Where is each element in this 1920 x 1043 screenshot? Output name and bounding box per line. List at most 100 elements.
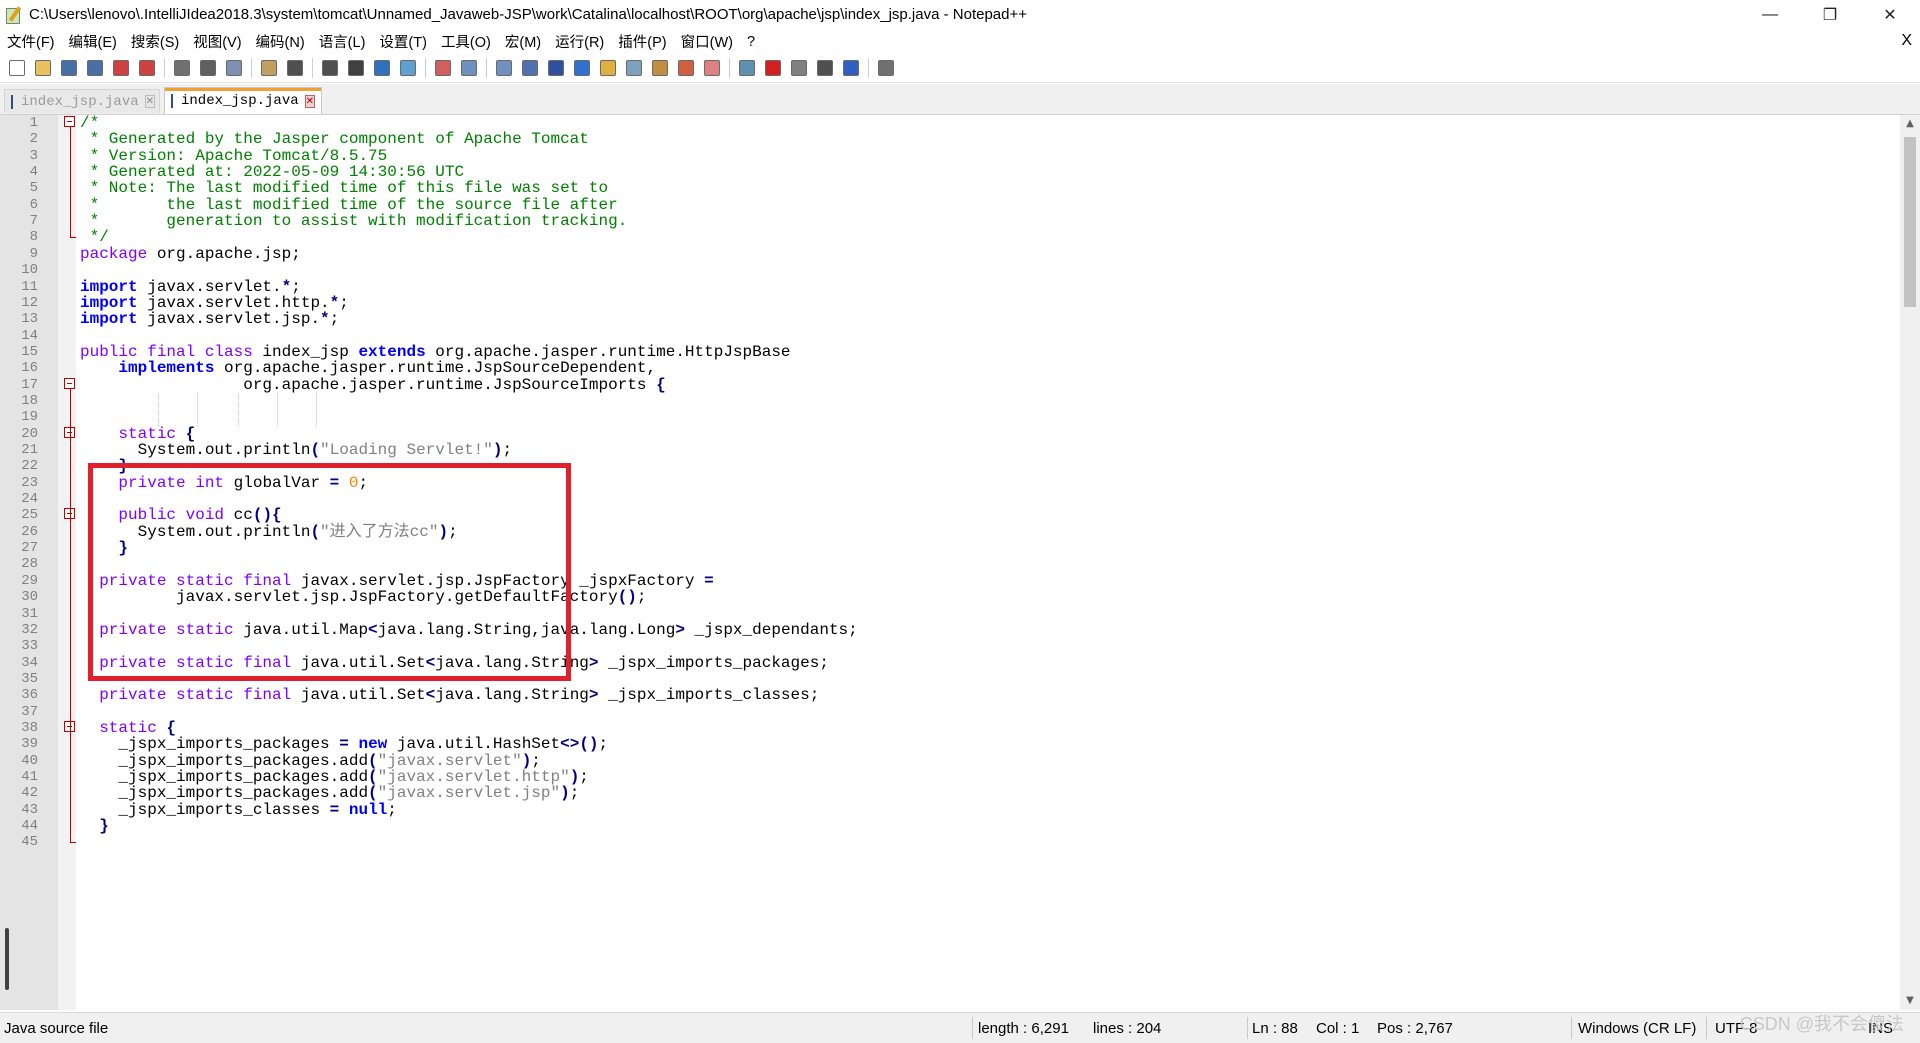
redo-icon	[322, 60, 338, 76]
redo-button[interactable]	[319, 57, 341, 79]
status-pos: Pos : 2,767	[1377, 1020, 1453, 1037]
tab-close-icon[interactable]: ✕	[144, 95, 156, 108]
menu-window[interactable]: 窗口(W)	[674, 31, 740, 52]
menu-search[interactable]: 搜索(S)	[124, 31, 186, 52]
close-all-icon	[139, 60, 155, 76]
replace-button[interactable]	[371, 57, 393, 79]
scroll-down-icon[interactable]: ▼	[1900, 992, 1920, 1010]
menu-view[interactable]: 视图(V)	[186, 31, 248, 52]
sync-vertical-icon	[461, 60, 477, 76]
code-line[interactable]: _jspx_imports_classes = null;	[80, 800, 396, 820]
status-divider	[1247, 1017, 1248, 1039]
fold-toggle-icon[interactable]	[64, 116, 75, 127]
eye-button[interactable]	[736, 57, 758, 79]
show-all-chars-button[interactable]	[545, 57, 567, 79]
code-line[interactable]: private static final java.util.Set<java.…	[80, 685, 819, 705]
zoom-out-icon	[435, 60, 451, 76]
title-bar: C:\Users\lenovo\.IntelliJIdea2018.3\syst…	[0, 0, 1920, 29]
undo-icon	[287, 60, 303, 76]
folder-workspace-button[interactable]	[675, 57, 697, 79]
save-icon	[61, 60, 77, 76]
play-macro-button[interactable]	[814, 57, 836, 79]
fold-range-line	[70, 732, 71, 826]
indent-guide	[238, 393, 239, 426]
menu-plugins[interactable]: 插件(P)	[611, 31, 673, 52]
open-file-button[interactable]	[32, 57, 54, 79]
stop-macro-button[interactable]	[788, 57, 810, 79]
sync-horizontal-button[interactable]	[493, 57, 515, 79]
run-macro-multiple-icon	[843, 60, 859, 76]
status-col: Col : 1	[1316, 1020, 1360, 1037]
menu-tools[interactable]: 工具(O)	[434, 31, 498, 52]
menu-language[interactable]: 语言(L)	[312, 31, 373, 52]
udl-button[interactable]	[597, 57, 619, 79]
tab-label: index_jsp.java	[21, 93, 139, 110]
minimize-button[interactable]: —	[1740, 0, 1800, 29]
zoom-out-button[interactable]	[432, 57, 454, 79]
save-button[interactable]	[58, 57, 80, 79]
paste-button[interactable]	[258, 57, 280, 79]
code-line[interactable]: * generation to assist with modification…	[80, 211, 628, 231]
new-file-button[interactable]	[6, 57, 28, 79]
code-line[interactable]: import javax.servlet.jsp.*;	[80, 309, 339, 329]
menu-run[interactable]: 运行(R)	[548, 31, 611, 52]
print-button[interactable]	[171, 57, 193, 79]
undo-button[interactable]	[284, 57, 306, 79]
cut-button[interactable]	[197, 57, 219, 79]
menu-settings[interactable]: 设置(T)	[372, 31, 434, 52]
menu-edit[interactable]: 编辑(E)	[62, 31, 124, 52]
find-button[interactable]	[345, 57, 367, 79]
doc-map-button[interactable]	[623, 57, 645, 79]
replace-icon	[374, 60, 390, 76]
indent-guide	[158, 393, 159, 426]
tab-index-jsp-2[interactable]: index_jsp.java ✕	[164, 87, 322, 114]
menu-file[interactable]: 文件(F)	[0, 31, 62, 52]
indent-guide	[197, 393, 198, 426]
copy-button[interactable]	[223, 57, 245, 79]
scrollbar-thumb[interactable]	[1904, 137, 1916, 307]
java-file-icon	[171, 94, 173, 108]
status-file-type: Java source file	[4, 1020, 109, 1037]
save-macro-button[interactable]	[875, 57, 897, 79]
fold-range-line	[70, 438, 71, 467]
monitoring-button[interactable]	[701, 57, 723, 79]
record-macro-button[interactable]	[762, 57, 784, 79]
vertical-scrollbar[interactable]: ▲ ▼	[1900, 115, 1920, 1010]
code-line[interactable]: org.apache.jasper.runtime.JspSourceImpor…	[80, 375, 665, 395]
play-macro-icon	[817, 60, 833, 76]
zoom-in-button[interactable]	[397, 57, 419, 79]
function-list-button[interactable]	[649, 57, 671, 79]
tab-index-jsp-1[interactable]: index_jsp.java ✕	[4, 89, 160, 113]
print-icon	[174, 60, 190, 76]
save-all-button[interactable]	[84, 57, 106, 79]
menu-macro[interactable]: 宏(M)	[498, 31, 548, 52]
scroll-up-icon[interactable]: ▲	[1900, 115, 1920, 133]
close-document-button[interactable]: X	[1901, 32, 1912, 50]
highlight-annotation-box	[88, 463, 571, 681]
menu-bar: 文件(F) 编辑(E) 搜索(S) 视图(V) 编码(N) 语言(L) 设置(T…	[0, 29, 1920, 54]
save-all-icon	[87, 60, 103, 76]
close-window-button[interactable]: ✕	[1860, 0, 1920, 29]
indent-guide-button[interactable]	[571, 57, 593, 79]
tab-close-icon[interactable]: ✕	[304, 94, 316, 108]
indent-guide	[316, 393, 317, 426]
fold-toggle-icon[interactable]	[64, 378, 75, 389]
close-button[interactable]	[110, 57, 132, 79]
menu-encoding[interactable]: 编码(N)	[249, 31, 312, 52]
menu-help[interactable]: ?	[740, 34, 762, 50]
stop-macro-icon	[791, 60, 807, 76]
fold-end-marker	[70, 842, 76, 843]
sync-vertical-button[interactable]	[458, 57, 480, 79]
sync-horizontal-icon	[496, 60, 512, 76]
code-line[interactable]: System.out.println("Loading Servlet!");	[80, 440, 512, 460]
code-line[interactable]: package org.apache.jsp;	[80, 244, 301, 264]
code-line[interactable]: }	[80, 816, 109, 836]
word-wrap-button[interactable]	[519, 57, 541, 79]
close-all-button[interactable]	[136, 57, 158, 79]
run-macro-multiple-button[interactable]	[840, 57, 862, 79]
status-eol[interactable]: Windows (CR LF)	[1578, 1020, 1696, 1037]
restore-button[interactable]: ❐	[1800, 0, 1860, 29]
record-macro-icon	[765, 60, 781, 76]
line-number: 45	[21, 834, 38, 850]
window-title: C:\Users\lenovo\.IntelliJIdea2018.3\syst…	[29, 6, 1028, 23]
